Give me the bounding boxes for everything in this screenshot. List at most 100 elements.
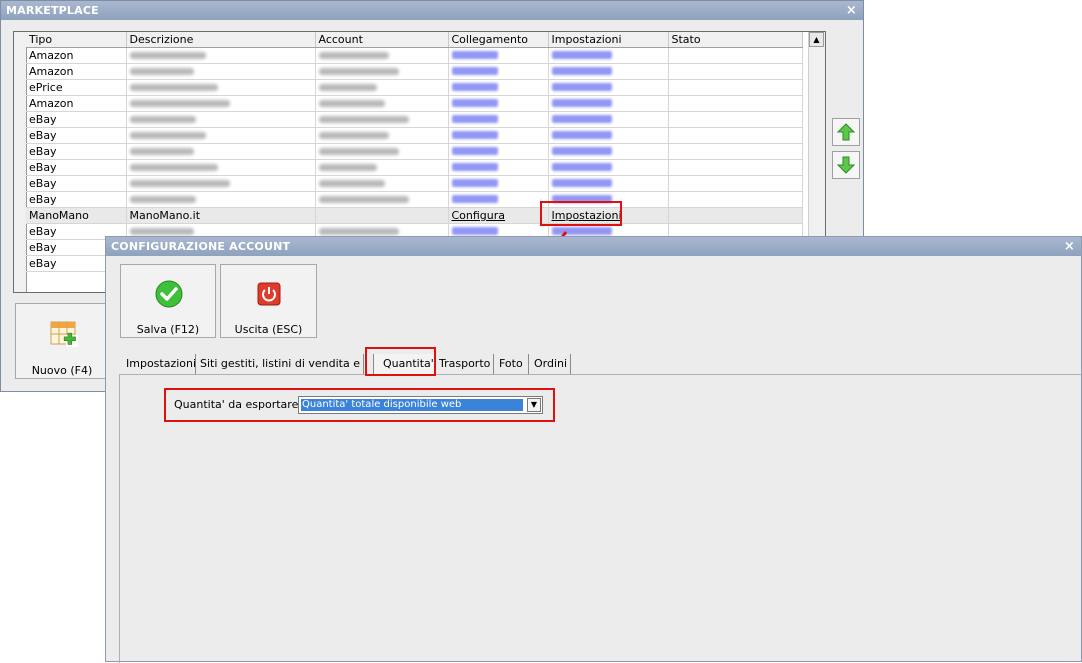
table-row[interactable]: ManoMano ManoMano.it Configura Impostazioni <box>26 207 803 224</box>
redacted-link <box>451 83 498 91</box>
cell-impostazioni[interactable] <box>548 143 669 160</box>
cell-tipo[interactable]: eBay <box>26 127 127 144</box>
cell-descrizione[interactable] <box>126 79 316 96</box>
cell-account[interactable] <box>315 175 449 192</box>
cell-tipo[interactable]: Amazon <box>26 47 127 64</box>
table-row[interactable]: eBay <box>26 111 803 128</box>
cell-stato[interactable] <box>668 47 803 64</box>
cell-account[interactable] <box>315 127 449 144</box>
cell-account[interactable] <box>315 95 449 112</box>
tab-impostazioni[interactable]: Impostazioni <box>120 354 196 374</box>
cell-stato[interactable] <box>668 159 803 176</box>
cell-descrizione[interactable] <box>126 175 316 192</box>
cell-tipo[interactable]: ePrice <box>26 79 127 96</box>
move-up-button[interactable] <box>832 118 860 146</box>
cell-stato[interactable] <box>668 111 803 128</box>
cell-stato[interactable] <box>668 207 803 224</box>
cell-impostazioni[interactable] <box>548 63 669 80</box>
table-row[interactable]: eBay <box>26 127 803 144</box>
col-header-stato[interactable]: Stato <box>668 32 803 48</box>
cell-collegamento[interactable] <box>448 159 549 176</box>
cell-descrizione[interactable] <box>126 159 316 176</box>
cell-account[interactable] <box>315 47 449 64</box>
cell-account[interactable] <box>315 143 449 160</box>
table-row[interactable]: Amazon <box>26 47 803 64</box>
cell-descrizione[interactable] <box>126 63 316 80</box>
table-row[interactable]: Amazon <box>26 95 803 112</box>
cell-account[interactable] <box>315 207 449 224</box>
cell-tipo[interactable]: Amazon <box>26 95 127 112</box>
cell-descrizione[interactable] <box>126 47 316 64</box>
config-close-button[interactable]: × <box>1064 237 1075 256</box>
cell-tipo[interactable]: eBay <box>26 111 127 128</box>
cell-descrizione[interactable] <box>126 95 316 112</box>
cell-impostazioni[interactable] <box>548 127 669 144</box>
cell-stato[interactable] <box>668 63 803 80</box>
cell-collegamento[interactable] <box>448 175 549 192</box>
cell-descrizione[interactable] <box>126 191 316 208</box>
cell-collegamento[interactable] <box>448 111 549 128</box>
exit-button[interactable]: Uscita (ESC) <box>220 264 317 338</box>
col-header-descrizione[interactable]: Descrizione <box>126 32 316 48</box>
col-header-account[interactable]: Account <box>315 32 449 48</box>
col-header-impostazioni[interactable]: Impostazioni <box>548 32 669 48</box>
cell-stato[interactable] <box>668 127 803 144</box>
cell-stato[interactable] <box>668 79 803 96</box>
cell-tipo[interactable]: eBay <box>26 159 127 176</box>
new-button[interactable]: Nuovo (F4) <box>15 303 109 379</box>
cell-account[interactable] <box>315 79 449 96</box>
cell-collegamento[interactable]: Configura <box>448 207 549 224</box>
redacted-text <box>129 52 206 59</box>
cell-impostazioni[interactable] <box>548 47 669 64</box>
table-row[interactable]: eBay <box>26 191 803 208</box>
redacted-link <box>451 179 498 187</box>
tab-ordini[interactable]: Ordini <box>529 354 571 374</box>
cell-tipo[interactable]: ManoMano <box>26 207 127 224</box>
cell-tipo[interactable]: Amazon <box>26 63 127 80</box>
table-row[interactable]: eBay <box>26 175 803 192</box>
table-row[interactable]: Amazon <box>26 63 803 80</box>
cell-collegamento[interactable] <box>448 143 549 160</box>
cell-impostazioni[interactable] <box>548 79 669 96</box>
cell-impostazioni[interactable] <box>548 159 669 176</box>
cell-impostazioni[interactable] <box>548 175 669 192</box>
scroll-up-arrow-icon[interactable]: ▲ <box>809 32 824 47</box>
cell-stato[interactable] <box>668 95 803 112</box>
table-row[interactable]: ePrice <box>26 79 803 96</box>
cell-collegamento[interactable] <box>448 95 549 112</box>
cell-collegamento[interactable] <box>448 63 549 80</box>
quantita-field-highlight <box>164 388 555 422</box>
save-button[interactable]: Salva (F12) <box>120 264 216 338</box>
table-row[interactable]: eBay <box>26 159 803 176</box>
cell-collegamento[interactable] <box>448 79 549 96</box>
tab-siti-gestiti[interactable]: Siti gestiti, listini di vendita e lingu… <box>196 354 364 374</box>
col-header-collegamento[interactable]: Collegamento <box>448 32 549 48</box>
cell-account[interactable] <box>315 159 449 176</box>
cell-impostazioni[interactable] <box>548 95 669 112</box>
cell-account[interactable] <box>315 111 449 128</box>
cell-stato[interactable] <box>668 191 803 208</box>
cell-descrizione[interactable] <box>126 143 316 160</box>
tab-foto[interactable]: Foto <box>494 354 529 374</box>
cell-tipo[interactable]: eBay <box>26 175 127 192</box>
cell-tipo[interactable]: eBay <box>26 191 127 208</box>
tab-trasporto[interactable]: Trasporto <box>435 354 494 374</box>
cell-descrizione[interactable] <box>126 111 316 128</box>
cell-tipo[interactable]: eBay <box>26 143 127 160</box>
col-header-tipo[interactable]: Tipo <box>26 32 127 48</box>
cell-collegamento[interactable] <box>448 127 549 144</box>
cell-collegamento[interactable] <box>448 47 549 64</box>
marketplace-close-button[interactable]: × <box>846 1 857 20</box>
move-down-button[interactable] <box>832 151 860 179</box>
cell-stato[interactable] <box>668 143 803 160</box>
cell-impostazioni[interactable] <box>548 111 669 128</box>
cell-collegamento[interactable] <box>448 191 549 208</box>
cell-descrizione[interactable] <box>126 127 316 144</box>
redacted-link <box>451 163 498 171</box>
cell-stato[interactable] <box>668 175 803 192</box>
redacted-text <box>129 116 196 123</box>
cell-descrizione[interactable]: ManoMano.it <box>126 207 316 224</box>
cell-account[interactable] <box>315 63 449 80</box>
cell-account[interactable] <box>315 191 449 208</box>
table-row[interactable]: eBay <box>26 143 803 160</box>
